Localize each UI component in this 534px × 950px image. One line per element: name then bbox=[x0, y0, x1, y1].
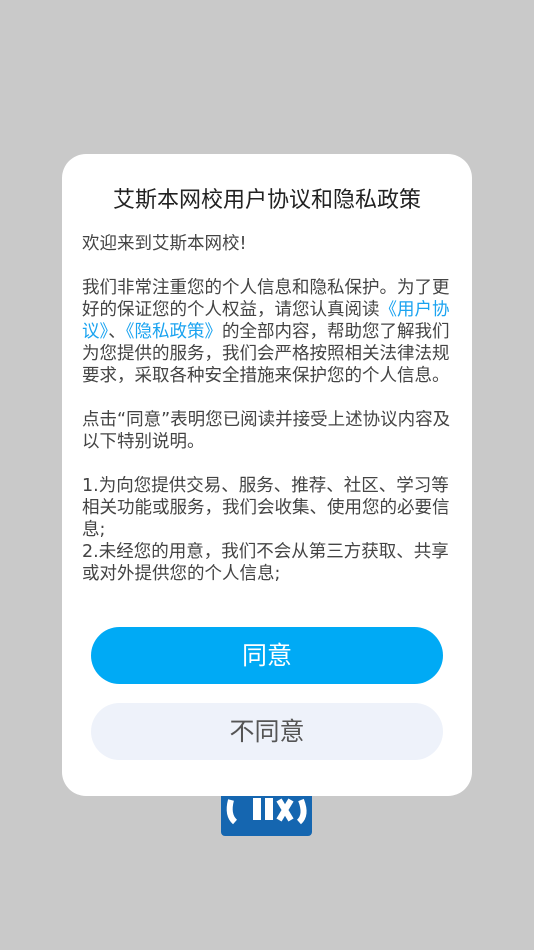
consent-paragraph: 点击“同意”表明您已阅读并接受上述协议内容及以下特别说明。 bbox=[82, 410, 451, 452]
disagree-button[interactable]: 不同意 bbox=[91, 703, 443, 760]
notice-item-2: 2.未经您的用意，我们不会从第三方获取、共享或对外提供您的个人信息; bbox=[82, 542, 449, 584]
privacy-policy-link[interactable]: 《隐私政策》 bbox=[126, 322, 222, 342]
link-separator: 、 bbox=[108, 322, 126, 342]
welcome-text: 欢迎来到艾斯本网校! bbox=[82, 234, 247, 254]
notice-item-1: 1.为向您提供交易、服务、推荐、社区、学习等相关功能或服务，我们会收集、使用您的… bbox=[82, 476, 450, 540]
dialog-title: 艾斯本网校用户协议和隐私政策 bbox=[112, 188, 421, 213]
agree-button[interactable]: 同意 bbox=[91, 627, 443, 684]
dialog-content[interactable]: 欢迎来到艾斯本网校! 我们非常注重您的个人信息和隐私保护。为了更好的保证您的个人… bbox=[82, 233, 452, 595]
privacy-dialog: 艾斯本网校用户协议和隐私政策 欢迎来到艾斯本网校! 我们非常注重您的个人信息和隐… bbox=[62, 154, 472, 796]
intro-paragraph: 我们非常注重您的个人信息和隐私保护。为了更好的保证您的个人权益，请您认真阅读《用… bbox=[82, 277, 452, 387]
